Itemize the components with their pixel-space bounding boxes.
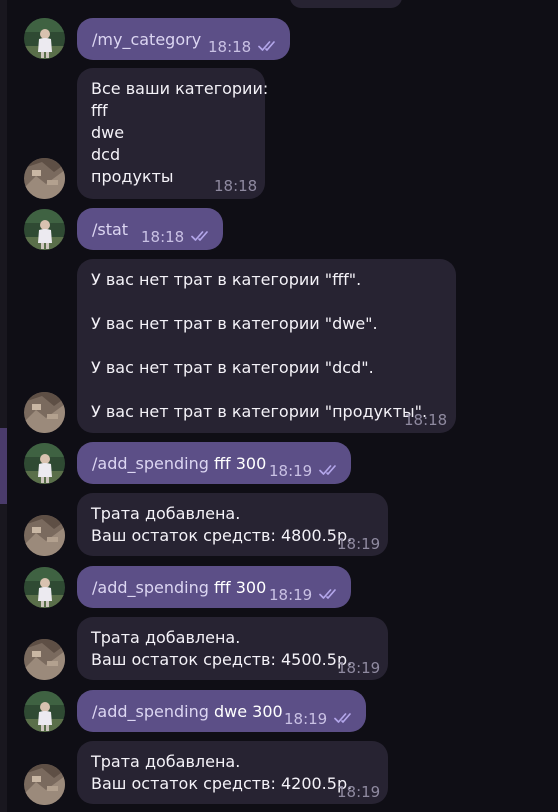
bot-command-link[interactable]: /add_spending dwe 300 xyxy=(92,701,283,723)
message-time: 18:18 xyxy=(208,38,252,56)
chat-history[interactable]: /my_category 18:18 Все ваши категории: f… xyxy=(0,0,558,812)
previous-message-bubble xyxy=(290,0,402,8)
message-time: 18:18 xyxy=(214,177,258,195)
bot-command-link[interactable]: /my_category xyxy=(92,29,201,51)
user-avatar[interactable] xyxy=(24,691,65,732)
bot-avatar[interactable] xyxy=(24,515,65,556)
message-text: У вас нет трат в категории "fff". У вас … xyxy=(91,270,428,421)
outgoing-message[interactable]: /add_spending fff 300 18:19 xyxy=(77,442,351,484)
double-check-icon xyxy=(319,589,336,599)
incoming-message: Трата добавлена. Ваш остаток средств: 48… xyxy=(77,493,388,556)
bot-command-link[interactable]: /stat xyxy=(92,219,128,241)
message-time: 18:19 xyxy=(337,659,381,677)
incoming-message: У вас нет трат в категории "fff". У вас … xyxy=(77,259,456,433)
bot-avatar[interactable] xyxy=(24,392,65,433)
outgoing-message[interactable]: /add_spending dwe 300 18:19 xyxy=(77,690,366,732)
message-time: 18:19 xyxy=(284,710,328,728)
double-check-icon xyxy=(191,231,208,241)
incoming-message: Трата добавлена. Ваш остаток средств: 45… xyxy=(77,617,388,680)
message-time: 18:19 xyxy=(269,462,313,480)
double-check-icon xyxy=(319,465,336,475)
message-time: 18:18 xyxy=(404,411,448,429)
double-check-icon xyxy=(334,713,351,723)
incoming-message: Все ваши категории: fff dwe dcd продукты… xyxy=(77,68,269,199)
bot-command-link[interactable]: /add_spending fff 300 xyxy=(92,577,266,599)
message-text: Все ваши категории: fff dwe dcd продукты xyxy=(91,79,269,186)
message-time: 18:19 xyxy=(337,783,381,801)
message-time: 18:19 xyxy=(269,586,313,604)
message-text: Трата добавлена. Ваш остаток средств: 42… xyxy=(91,752,353,793)
bot-command-link[interactable]: /add_spending fff 300 xyxy=(92,453,266,475)
user-avatar[interactable] xyxy=(24,209,65,250)
outgoing-message[interactable]: /my_category 18:18 xyxy=(77,18,290,60)
bot-avatar[interactable] xyxy=(24,639,65,680)
chat-list-edge xyxy=(0,0,7,812)
message-text: Трата добавлена. Ваш остаток средств: 45… xyxy=(91,628,353,669)
outgoing-message[interactable]: /stat 18:18 xyxy=(77,208,223,250)
message-text: Трата добавлена. Ваш остаток средств: 48… xyxy=(91,504,353,545)
message-time: 18:19 xyxy=(337,535,381,553)
message-time: 18:18 xyxy=(141,228,185,246)
bot-avatar[interactable] xyxy=(24,764,65,805)
user-avatar[interactable] xyxy=(24,18,65,59)
outgoing-message[interactable]: /add_spending fff 300 18:19 xyxy=(77,566,351,608)
user-avatar[interactable] xyxy=(24,567,65,608)
bot-avatar[interactable] xyxy=(24,158,65,199)
chat-list-selected-indicator xyxy=(0,428,7,504)
user-avatar[interactable] xyxy=(24,443,65,484)
incoming-message: Трата добавлена. Ваш остаток средств: 42… xyxy=(77,741,388,804)
double-check-icon xyxy=(258,41,275,51)
